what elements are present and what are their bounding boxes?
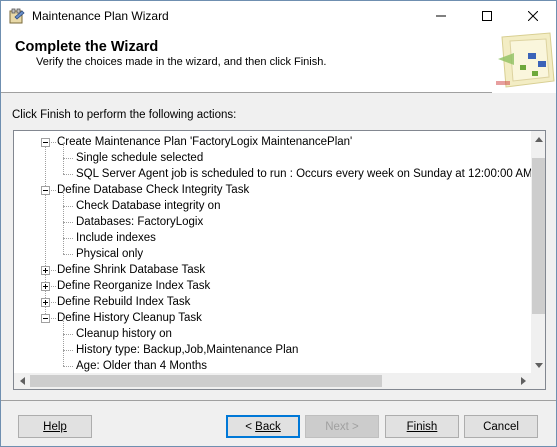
tree-item-task[interactable]: Define Shrink Database Task [57, 262, 205, 278]
expand-icon[interactable] [41, 266, 50, 275]
tree-connector [51, 302, 56, 303]
tree-connector [63, 158, 73, 159]
tree-connector [51, 286, 56, 287]
tree-connector [45, 195, 46, 266]
tree-item-detail[interactable]: Single schedule selected [76, 150, 203, 166]
help-button-label: Help [43, 420, 67, 433]
minimize-button[interactable] [418, 1, 464, 31]
tree-connector [51, 270, 56, 271]
tree-connector [51, 190, 56, 191]
back-button-prefix: < [245, 420, 256, 433]
tree-connector [63, 238, 73, 239]
vertical-scrollbar[interactable] [531, 131, 545, 373]
window-title: Maintenance Plan Wizard [32, 9, 169, 23]
cancel-button-label: Cancel [483, 420, 519, 433]
wizard-window: Maintenance Plan Wizard Complete the Wiz… [0, 0, 557, 447]
tree-connector [45, 291, 46, 298]
next-button-label: Next > [325, 420, 359, 433]
collapse-icon[interactable] [41, 314, 50, 323]
page-subtitle: Verify the choices made in the wizard, a… [36, 56, 327, 68]
tree-item-detail[interactable]: SQL Server Agent job is scheduled to run… [76, 166, 531, 182]
back-button[interactable]: < Back [226, 415, 300, 438]
back-button-text: Back [255, 420, 281, 433]
instruction-text: Click Finish to perform the following ac… [12, 109, 237, 121]
scroll-up-icon[interactable] [531, 131, 545, 147]
wizard-header: Complete the Wizard Verify the choices m… [1, 31, 556, 93]
horizontal-scrollbar[interactable] [14, 373, 531, 389]
help-button[interactable]: Help [18, 415, 92, 438]
tree-connector [63, 223, 64, 238]
tree-connector [45, 307, 46, 314]
tree-item-detail[interactable]: Check Database integrity on [76, 198, 220, 214]
tree-item-task[interactable]: Define Database Check Integrity Task [57, 182, 249, 198]
title-bar[interactable]: Maintenance Plan Wizard [1, 1, 556, 31]
close-button[interactable] [510, 1, 556, 31]
tree-item-detail[interactable]: Cleanup history on [76, 326, 172, 342]
collapse-icon[interactable] [41, 186, 50, 195]
expand-icon[interactable] [41, 298, 50, 307]
scroll-right-icon[interactable] [515, 373, 531, 389]
tree-content: Create Maintenance Plan 'FactoryLogix Ma… [14, 131, 531, 373]
tree-connector [63, 206, 73, 207]
tree-item-detail[interactable]: Physical only [76, 246, 143, 262]
scrollbar-corner [531, 373, 545, 389]
wizard-graphic-icon [492, 31, 556, 93]
tree-connector [63, 334, 73, 335]
tree-item-detail[interactable]: Include indexes [76, 230, 156, 246]
tree-connector [63, 335, 64, 350]
page-title: Complete the Wizard [15, 39, 159, 55]
tree-item-task[interactable]: Define Reorganize Index Task [57, 278, 210, 294]
tree-connector [63, 159, 64, 174]
tree-item-task[interactable]: Create Maintenance Plan 'FactoryLogix Ma… [57, 134, 352, 150]
tree-connector [45, 275, 46, 282]
tree-connector [63, 350, 73, 351]
tree-item-task[interactable]: Define History Cleanup Task [57, 310, 202, 326]
summary-tree[interactable]: Create Maintenance Plan 'FactoryLogix Ma… [13, 130, 546, 390]
tree-connector [63, 222, 73, 223]
maximize-button[interactable] [464, 1, 510, 31]
tree-connector [63, 319, 64, 334]
tree-item-task[interactable]: Define Rebuild Index Task [57, 294, 190, 310]
tree-connector [63, 254, 73, 255]
horizontal-scroll-thumb[interactable] [30, 375, 382, 387]
tree-connector [63, 366, 73, 367]
tree-item-detail[interactable]: Age: Older than 4 Months [76, 358, 207, 373]
tree-connector [63, 351, 64, 366]
tree-connector [51, 318, 56, 319]
scroll-down-icon[interactable] [531, 357, 545, 373]
vertical-scroll-thumb[interactable] [532, 158, 545, 314]
next-button[interactable]: Next > [305, 415, 379, 438]
tree-connector [63, 207, 64, 222]
tree-connector [45, 147, 46, 186]
tree-connector [51, 142, 56, 143]
tree-connector [63, 174, 73, 175]
expand-icon[interactable] [41, 282, 50, 291]
button-bar: Help < Back Next > Finish Cancel [1, 400, 556, 446]
back-button-label: < Back [245, 421, 281, 433]
finish-button[interactable]: Finish [385, 415, 459, 438]
collapse-icon[interactable] [41, 138, 50, 147]
cancel-button[interactable]: Cancel [464, 415, 538, 438]
tree-connector [63, 239, 64, 254]
tree-item-detail[interactable]: Databases: FactoryLogix [76, 214, 203, 230]
tree-connector [63, 191, 64, 206]
tree-item-detail[interactable]: History type: Backup,Job,Maintenance Pla… [76, 342, 298, 358]
finish-button-label: Finish [406, 420, 438, 433]
tree-connector [63, 143, 64, 158]
scroll-left-icon[interactable] [14, 373, 30, 389]
app-icon [9, 8, 25, 24]
